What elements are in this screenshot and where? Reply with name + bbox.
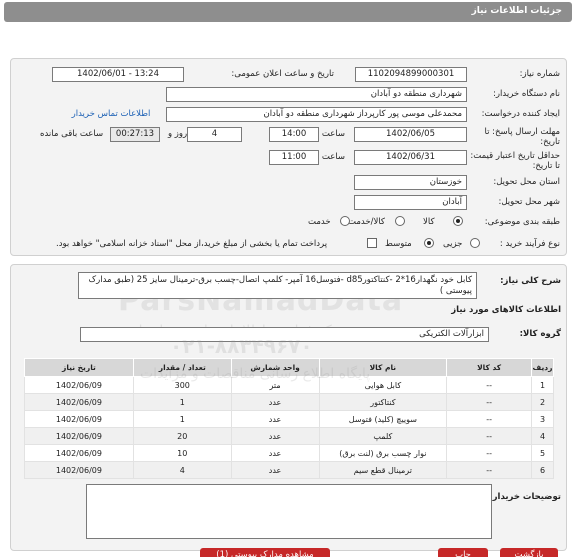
category-radio-goods[interactable]	[453, 216, 463, 226]
cell-date: 1402/06/09	[24, 427, 134, 445]
cell-date: 1402/06/09	[24, 376, 134, 394]
org-field: شهرداری منطقه دو آبادان	[166, 87, 467, 102]
treasury-payment-note: پرداخت تمام یا بخشی از مبلغ خرید،از محل …	[56, 239, 328, 249]
col-code-header: کد کالا	[446, 358, 533, 377]
cell-row: 3	[531, 410, 554, 428]
days-label: روز و	[168, 129, 188, 139]
watermark-phone: ۰۲۱-۸۸۳۴۹۶۷۰	[170, 334, 313, 358]
deadline-date-field: 1402/06/05	[354, 127, 467, 142]
category-option-goods-service: کالا/خدمت	[348, 217, 385, 227]
category-label: طبقه بندی موضوعی:	[484, 217, 560, 227]
cell-name: نوار چسب برق (لنت برق)	[318, 444, 448, 462]
buyer-notes-field	[86, 484, 492, 539]
announce-label: تاریخ و ساعت اعلان عمومی:	[231, 69, 334, 79]
cell-name: ترمینال قطع سیم	[318, 461, 448, 479]
cell-name: سوییچ (کلید) فتوسل	[318, 410, 448, 428]
view-attachments-button[interactable]: مشاهده مدارک پیوستی (1)	[200, 548, 330, 557]
cell-row: 4	[531, 427, 554, 445]
creator-label: ایجاد کننده درخواست:	[481, 109, 560, 119]
validity-label: حداقل تاریخ اعتبار قیمت: تا تاریخ:	[470, 151, 560, 171]
summary-field: کابل خود نگهدار16*2 -کنتاکتورd85 -فتوسل1…	[78, 272, 477, 299]
announce-field: 1402/06/01 - 13:24	[52, 67, 184, 82]
summary-label: شرح کلی نیاز:	[500, 276, 561, 286]
goods-section-title: اطلاعات کالاهای مورد نیاز	[451, 305, 561, 315]
remaining-label: ساعت باقی مانده	[40, 129, 104, 139]
process-radio-minor[interactable]	[470, 238, 480, 248]
cell-code: --	[446, 444, 533, 462]
creator-field: محمدعلی موسی پور کارپرداز شهرداری منطقه …	[166, 107, 467, 122]
cell-date: 1402/06/09	[24, 393, 134, 411]
cell-quantity: 4	[132, 461, 232, 479]
process-option-medium: متوسط	[385, 239, 412, 249]
table-row: 5 -- نوار چسب برق (لنت برق) عدد 10 1402/…	[24, 444, 554, 462]
category-option-service: خدمت	[308, 217, 331, 227]
category-radio-service[interactable]	[340, 216, 350, 226]
city-label: شهر محل تحویل:	[498, 197, 560, 207]
cell-quantity: 20	[132, 427, 232, 445]
cell-code: --	[446, 410, 533, 428]
cell-quantity: 1	[132, 410, 232, 428]
treasury-payment-checkbox[interactable]	[367, 238, 377, 248]
cell-row: 1	[531, 376, 554, 394]
city-field: آبادان	[354, 195, 467, 210]
cell-code: --	[446, 427, 533, 445]
back-button[interactable]: بازگشت	[500, 548, 558, 557]
cell-unit: عدد	[230, 444, 320, 462]
cell-row: 6	[531, 461, 554, 479]
contact-info-link[interactable]: اطلاعات تماس خریدار	[66, 109, 156, 119]
cell-unit: عدد	[230, 461, 320, 479]
cell-row: 5	[531, 444, 554, 462]
cell-date: 1402/06/09	[24, 410, 134, 428]
category-radio-goods-service[interactable]	[395, 216, 405, 226]
deadline-time-field: 14:00	[269, 127, 319, 142]
cell-code: --	[446, 376, 533, 394]
table-row: 2 -- کنتاکتور عدد 1 1402/06/09	[24, 393, 554, 411]
cell-row: 2	[531, 393, 554, 411]
goods-group-label: گروه کالا:	[519, 329, 561, 339]
deadline-time-label: ساعت	[321, 129, 345, 139]
cell-date: 1402/06/09	[24, 461, 134, 479]
process-radio-medium[interactable]	[424, 238, 434, 248]
table-row: 6 -- ترمینال قطع سیم عدد 4 1402/06/09	[24, 461, 554, 479]
col-row-header: ردیف	[531, 358, 554, 377]
cell-unit: عدد	[230, 393, 320, 411]
validity-date-field: 1402/06/31	[354, 150, 467, 165]
validity-time-field: 11:00	[269, 150, 319, 165]
cell-quantity: 10	[132, 444, 232, 462]
process-option-minor: جزیی	[443, 239, 463, 249]
province-field: خوزستان	[354, 175, 467, 190]
days-field: 4	[187, 127, 242, 142]
buyer-notes-label: توضیحات خریدار:	[489, 492, 561, 502]
need-number-field: 1102094899000301	[355, 67, 467, 82]
remaining-time-field: 00:27:13	[110, 127, 160, 142]
cell-unit: عدد	[230, 427, 320, 445]
cell-name: کنتاکتور	[318, 393, 448, 411]
province-label: استان محل تحویل:	[493, 177, 560, 187]
cell-name: کلمپ	[318, 427, 448, 445]
category-option-goods: کالا	[423, 217, 435, 227]
col-date-header: تاریخ نیاز	[24, 358, 134, 377]
table-row: 3 -- سوییچ (کلید) فتوسل عدد 1 1402/06/09	[24, 410, 554, 428]
org-label: نام دستگاه خریدار:	[493, 89, 560, 99]
cell-quantity: 1	[132, 393, 232, 411]
cell-code: --	[446, 461, 533, 479]
validity-time-label: ساعت	[321, 152, 345, 162]
page-title: جزئیات اطلاعات نیاز	[4, 2, 572, 22]
deadline-label: مهلت ارسال پاسخ: تا تاریخ:	[484, 127, 560, 147]
print-button[interactable]: چاپ	[438, 548, 488, 557]
process-label: نوع فرآیند خرید :	[499, 239, 560, 249]
need-number-label: شماره نیاز:	[519, 69, 560, 79]
cell-date: 1402/06/09	[24, 444, 134, 462]
cell-code: --	[446, 393, 533, 411]
table-row: 4 -- کلمپ عدد 20 1402/06/09	[24, 427, 554, 445]
cell-unit: عدد	[230, 410, 320, 428]
watermark-line2: پایگاه اطلاع رسانی مناقصات و مزایدات	[140, 366, 371, 382]
